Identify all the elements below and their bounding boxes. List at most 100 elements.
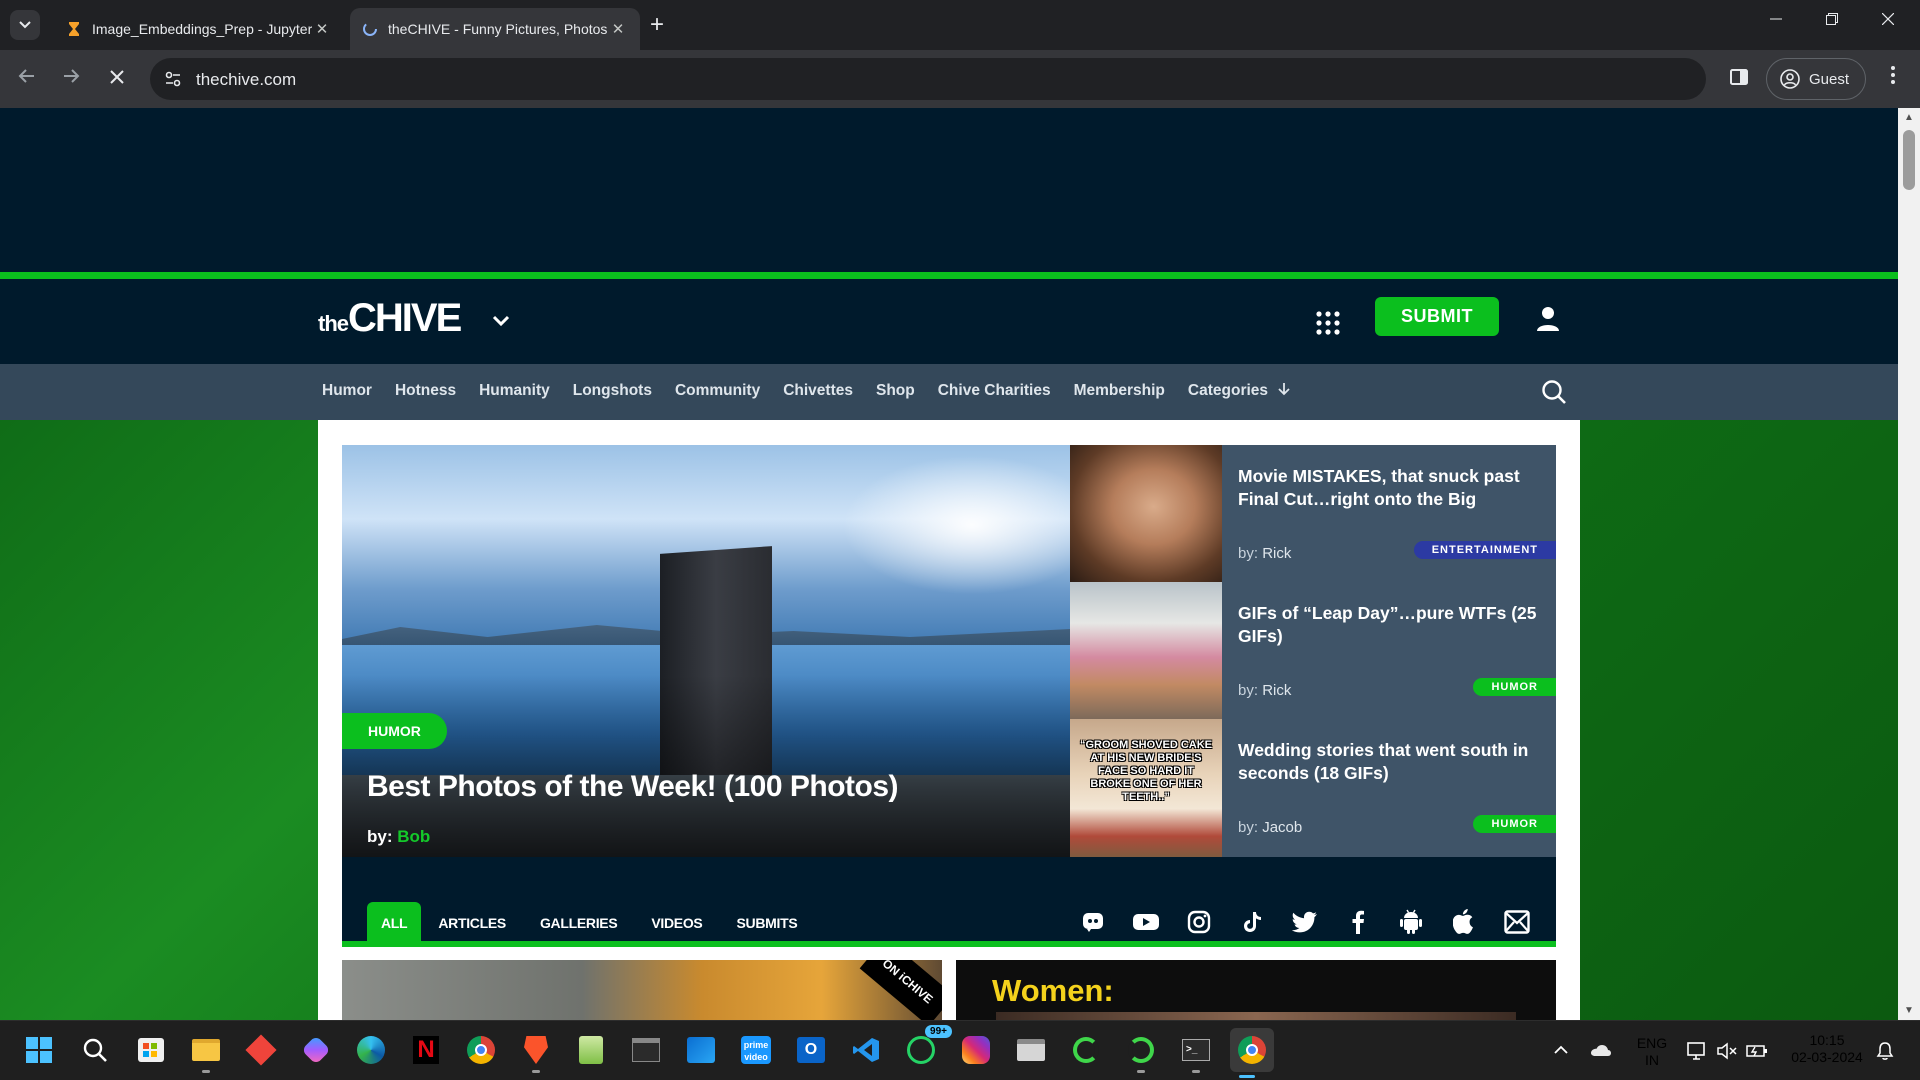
- cmd-icon[interactable]: >_: [1179, 1033, 1213, 1073]
- side-post-tag[interactable]: HUMOR: [1473, 678, 1556, 696]
- post-card[interactable]: Women:: [956, 960, 1556, 1020]
- site-info-icon[interactable]: [164, 70, 182, 88]
- language-indicator[interactable]: ENG IN: [1632, 1035, 1672, 1069]
- volume-muted-icon[interactable]: [1716, 1041, 1738, 1061]
- nav-chive-charities[interactable]: Chive Charities: [938, 382, 1051, 400]
- side-post-title[interactable]: GIFs of “Leap Day”…pure WTFs (25 GIFs): [1238, 602, 1538, 648]
- side-post-tag[interactable]: HUMOR: [1473, 815, 1556, 833]
- stop-loading-button[interactable]: [102, 64, 132, 94]
- side-post[interactable]: GIFs of “Leap Day”…pure WTFs (25 GIFs) b…: [1070, 582, 1556, 719]
- hero-category-badge[interactable]: HUMOR: [342, 713, 447, 749]
- nav-humor[interactable]: Humor: [322, 382, 372, 400]
- side-post[interactable]: Movie MISTAKES, that snuck past Final Cu…: [1070, 445, 1556, 582]
- clock[interactable]: 10:15 02-03-2024: [1782, 1032, 1872, 1066]
- side-post-thumbnail[interactable]: [1070, 582, 1222, 719]
- edge-icon[interactable]: [354, 1033, 388, 1067]
- spinner-icon[interactable]: [1069, 1033, 1103, 1067]
- nav-categories[interactable]: Categories: [1188, 382, 1290, 400]
- whatsapp-icon[interactable]: 99+: [904, 1025, 952, 1067]
- side-post-author[interactable]: Rick: [1262, 682, 1291, 699]
- side-post-author[interactable]: Jacob: [1262, 819, 1302, 836]
- site-logo[interactable]: the CHIVE: [318, 298, 462, 338]
- search-icon[interactable]: [78, 1033, 112, 1067]
- scroll-down-icon[interactable]: ▼: [1904, 1005, 1914, 1016]
- onedrive-icon[interactable]: [1590, 1043, 1612, 1057]
- hero-author[interactable]: Bob: [397, 827, 430, 846]
- instagram-icon[interactable]: [1186, 909, 1212, 935]
- hero-title[interactable]: Best Photos of the Week! (100 Photos): [367, 770, 899, 804]
- file-explorer-icon[interactable]: [189, 1033, 223, 1073]
- netflix-icon[interactable]: N: [409, 1033, 443, 1067]
- notepad-icon[interactable]: [574, 1033, 608, 1067]
- close-tab-icon[interactable]: ✕: [608, 20, 628, 38]
- scrollbar-thumb[interactable]: [1903, 130, 1915, 190]
- tab-search-button[interactable]: [10, 10, 40, 40]
- page-scrollbar[interactable]: ▲ ▼: [1898, 108, 1920, 1020]
- nav-membership[interactable]: Membership: [1074, 382, 1165, 400]
- notification-bell-icon[interactable]: [1876, 1041, 1894, 1061]
- tab-thechive[interactable]: theCHIVE - Funny Pictures, Photos ✕: [350, 8, 640, 50]
- terminal-icon[interactable]: [629, 1033, 663, 1067]
- close-window-button[interactable]: [1881, 12, 1895, 30]
- profile-button[interactable]: Guest: [1766, 58, 1866, 100]
- forward-button[interactable]: [56, 64, 86, 94]
- address-bar[interactable]: thechive.com: [150, 58, 1706, 100]
- prime-video-icon[interactable]: prime video: [739, 1033, 773, 1067]
- clock-time: 10:15: [1809, 1032, 1845, 1048]
- nav-community[interactable]: Community: [675, 382, 760, 400]
- back-button[interactable]: [12, 64, 42, 94]
- apple-icon[interactable]: [1451, 909, 1477, 935]
- twitter-icon[interactable]: [1292, 909, 1318, 935]
- apps-grid-icon[interactable]: [1316, 311, 1340, 335]
- outlook-icon[interactable]: O: [794, 1033, 828, 1067]
- youtube-icon[interactable]: [1133, 909, 1159, 935]
- email-icon[interactable]: [1504, 909, 1530, 935]
- side-post-title[interactable]: Wedding stories that went south in secon…: [1238, 739, 1538, 785]
- close-tab-icon[interactable]: ✕: [312, 20, 332, 38]
- side-post-thumbnail[interactable]: “GROOM SHOVED CAKE AT HIS NEW BRIDE'S FA…: [1070, 719, 1222, 857]
- side-post[interactable]: “GROOM SHOVED CAKE AT HIS NEW BRIDE'S FA…: [1070, 719, 1556, 857]
- hero-post[interactable]: HUMOR Best Photos of the Week! (100 Phot…: [342, 445, 1070, 857]
- nav-hotness[interactable]: Hotness: [395, 382, 456, 400]
- minimize-button[interactable]: [1770, 12, 1782, 30]
- side-post-tag[interactable]: ENTERTAINMENT: [1413, 541, 1556, 559]
- copilot-icon[interactable]: [299, 1033, 333, 1067]
- anydesk-icon[interactable]: [244, 1033, 278, 1067]
- windows-app-icon[interactable]: [684, 1033, 718, 1067]
- windows-start-icon[interactable]: [22, 1033, 56, 1067]
- restore-button[interactable]: [1826, 12, 1838, 30]
- side-post-author[interactable]: Rick: [1262, 545, 1291, 562]
- battery-icon[interactable]: [1746, 1043, 1768, 1059]
- network-icon[interactable]: [1686, 1041, 1708, 1061]
- discord-icon[interactable]: [1080, 909, 1106, 935]
- scroll-up-icon[interactable]: ▲: [1904, 112, 1914, 123]
- chrome-icon[interactable]: [464, 1033, 498, 1067]
- nav-longshots[interactable]: Longshots: [573, 382, 652, 400]
- side-post-title[interactable]: Movie MISTAKES, that snuck past Final Cu…: [1238, 465, 1538, 511]
- new-tab-button[interactable]: +: [650, 12, 664, 38]
- brave-icon[interactable]: [519, 1033, 553, 1073]
- post-card[interactable]: ON iCHIVE: [342, 960, 942, 1020]
- chevron-down-icon[interactable]: [492, 315, 510, 327]
- window-icon[interactable]: [1014, 1033, 1048, 1067]
- vscode-icon[interactable]: [849, 1033, 883, 1067]
- chevron-up-icon[interactable]: [1554, 1045, 1568, 1055]
- facebook-icon[interactable]: [1345, 909, 1371, 935]
- spinner-icon[interactable]: [1124, 1033, 1158, 1073]
- tab-jupyter[interactable]: Image_Embeddings_Prep - Jupyter ✕: [54, 8, 344, 50]
- android-icon[interactable]: [1398, 909, 1424, 935]
- submit-button[interactable]: SUBMIT: [1375, 297, 1499, 336]
- store-icon[interactable]: [134, 1033, 168, 1067]
- nav-humanity[interactable]: Humanity: [479, 382, 550, 400]
- search-icon[interactable]: [1541, 379, 1567, 405]
- side-post-byline: by: Jacob: [1238, 819, 1302, 836]
- user-account-icon[interactable]: [1536, 306, 1560, 332]
- browser-menu-button[interactable]: [1886, 66, 1900, 90]
- nav-shop[interactable]: Shop: [876, 382, 915, 400]
- side-panel-icon[interactable]: [1728, 66, 1750, 88]
- instagram-icon[interactable]: [959, 1033, 993, 1067]
- side-post-thumbnail[interactable]: [1070, 445, 1222, 582]
- nav-chivettes[interactable]: Chivettes: [783, 382, 853, 400]
- tiktok-icon[interactable]: [1239, 909, 1265, 935]
- chrome-active-icon[interactable]: [1230, 1028, 1274, 1078]
